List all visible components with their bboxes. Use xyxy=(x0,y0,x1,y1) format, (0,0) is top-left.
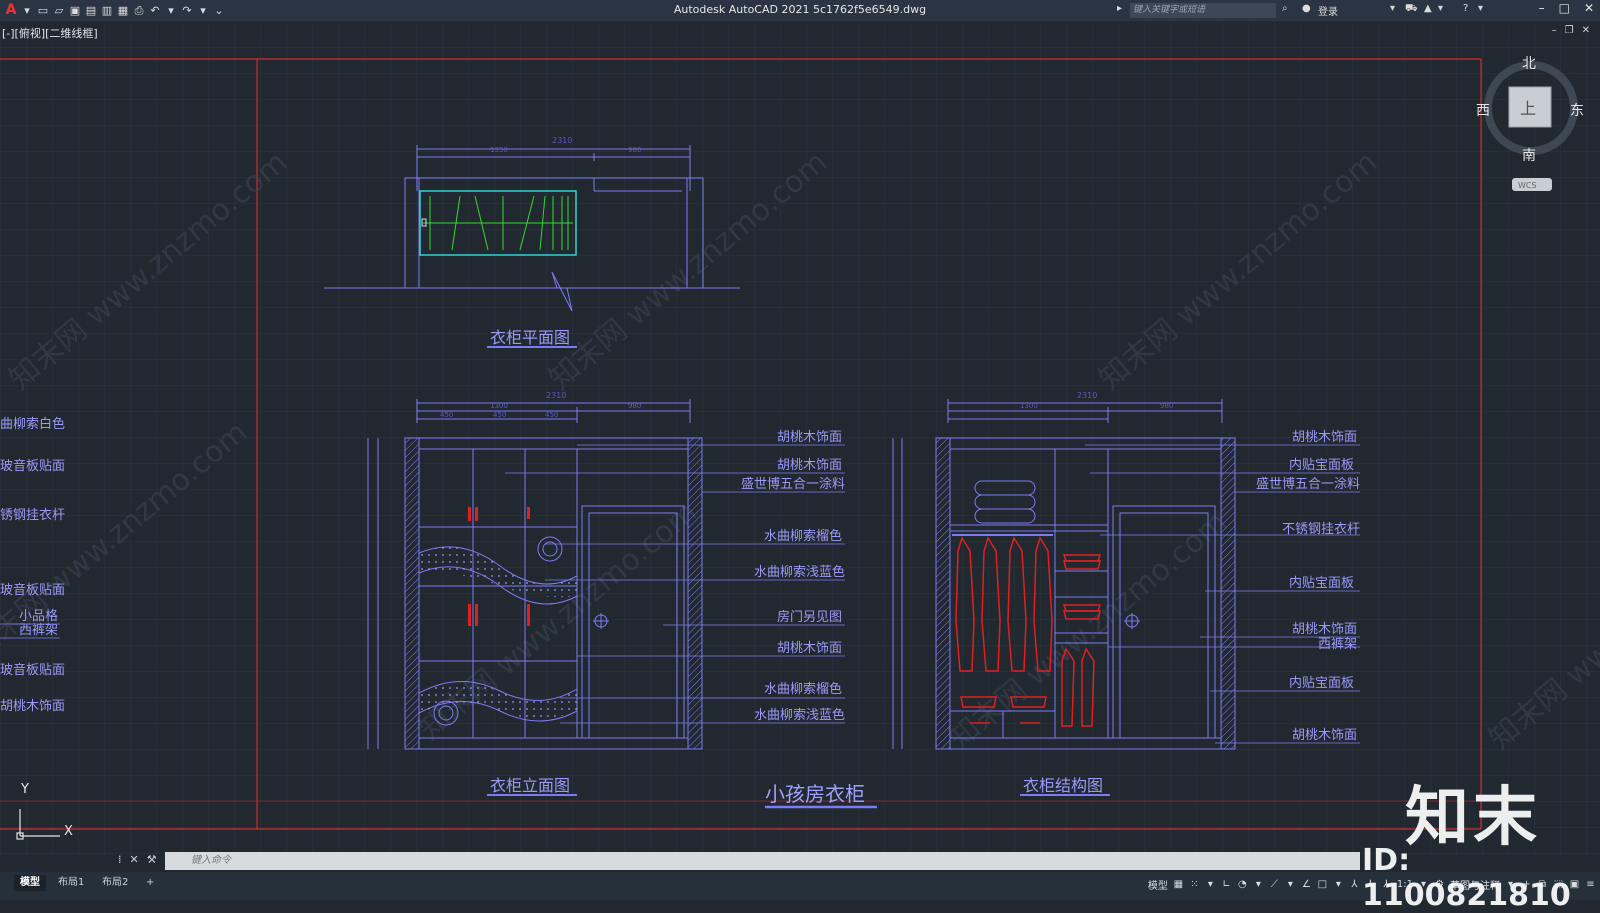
viewcube-south: 南 xyxy=(1522,148,1536,164)
object-snap-tracking-icon[interactable]: ∠ xyxy=(1301,879,1312,890)
isodraft-icon[interactable]: ⟋ xyxy=(1269,879,1280,890)
snap-icon[interactable]: ⁙ xyxy=(1189,879,1200,890)
elev-dim-left: 1300 xyxy=(490,402,508,410)
drawing-canvas[interactable]: 知末网 www.znzmo.com 知末网 www.znzmo.com 知末网 … xyxy=(0,21,1600,855)
left-label: 胡桃木饰面 xyxy=(0,699,65,714)
struct-label: 不锈钢挂衣杆 xyxy=(1282,521,1360,537)
wcs-label: WCS xyxy=(1518,181,1537,190)
minimize-icon[interactable]: – xyxy=(1539,1,1545,15)
structure-caption: 衣柜结构图 xyxy=(1023,776,1103,795)
left-label: 西裤架 xyxy=(19,623,58,638)
viewcube-north: 北 xyxy=(1522,56,1536,72)
help-dropdown-icon[interactable]: ▾ xyxy=(1478,3,1483,14)
elev-label: 水曲柳索浅蓝色 xyxy=(754,707,845,723)
plan-dim-total: 2310 xyxy=(552,136,572,145)
tab-model[interactable]: 模型 xyxy=(14,875,46,891)
login-dropdown-icon[interactable]: ▾ xyxy=(1390,3,1395,14)
model-space-button[interactable]: 模型 xyxy=(1148,877,1168,892)
left-label: 玻音板贴面 xyxy=(0,458,65,474)
command-input[interactable]: 键入命令 xyxy=(165,852,1360,870)
left-label: 小品格 xyxy=(19,608,58,624)
command-grip-icon[interactable]: ⁞ xyxy=(118,853,122,866)
elev-dim-total: 2310 xyxy=(546,391,566,400)
elev-label: 胡桃木饰面 xyxy=(777,641,842,656)
tab-layout2[interactable]: 布局2 xyxy=(96,875,134,891)
elev-dim-sub2: 450 xyxy=(493,411,506,419)
plan-dim-left: 1350 xyxy=(490,146,508,154)
viewport-close-icon[interactable]: ✕ xyxy=(1582,25,1590,36)
struct-label: 胡桃木饰面 xyxy=(1292,622,1357,637)
elev-label: 胡桃木饰面 xyxy=(777,458,842,473)
struct-dim-left: 1300 xyxy=(1020,402,1038,410)
elev-label: 水曲柳索榴色 xyxy=(764,528,842,544)
search-input[interactable]: 键入关键字或短语 xyxy=(1130,3,1276,18)
window-controls: – □ ✕ xyxy=(1539,1,1594,15)
annotation-visibility-icon[interactable]: ⅄ xyxy=(1349,879,1360,890)
left-label: 曲柳索白色 xyxy=(0,416,65,432)
left-label: 玻音板贴面 xyxy=(0,662,65,678)
elev-label: 水曲柳索榴色 xyxy=(764,681,842,697)
elevation-caption: 衣柜立面图 xyxy=(490,776,570,795)
elev-dim-right: 980 xyxy=(628,402,641,410)
struct-label: 盛世博五合一涂料 xyxy=(1256,476,1360,492)
title-bar: A ▾ ▭ ▱ ▣ ▤ ▥ ▦ ⎙ ↶ ▾ ↷ ▾ ⌄ Autodesk Aut… xyxy=(0,0,1600,21)
elev-dim-sub3: 450 xyxy=(545,411,558,419)
elev-label: 盛世博五合一涂料 xyxy=(741,476,845,492)
search-icon[interactable]: ⌕ xyxy=(1282,3,1288,14)
elev-dim-sub1: 450 xyxy=(440,411,453,419)
grid-icon[interactable]: ▦ xyxy=(1173,879,1184,890)
help-icon[interactable]: ? xyxy=(1463,3,1468,14)
autodesk-a360-icon[interactable]: ▲ xyxy=(1424,3,1432,14)
a360-dropdown-icon[interactable]: ▾ xyxy=(1438,3,1443,14)
struct-dim-right: 980 xyxy=(1160,402,1173,410)
close-icon[interactable]: ✕ xyxy=(1584,1,1594,15)
login-link[interactable]: 登录 xyxy=(1318,3,1338,18)
id-watermark: ID: 1100821810 xyxy=(1362,843,1571,913)
window-title: Autodesk AutoCAD 2021 5c1762f5e6549.dwg xyxy=(673,3,927,16)
viewcube-top-label: 上 xyxy=(1520,99,1536,118)
maximize-icon[interactable]: □ xyxy=(1559,1,1570,15)
cart-icon[interactable]: ⛟ xyxy=(1405,3,1418,16)
polar-icon[interactable]: ◔ xyxy=(1237,879,1248,890)
viewcube-west: 西 xyxy=(1476,103,1490,119)
command-close-icon[interactable]: ✕ xyxy=(130,853,139,866)
elev-label: 胡桃木饰面 xyxy=(777,430,842,445)
struct-label: 西裤架 xyxy=(1318,637,1357,652)
command-customize-icon[interactable]: ⚒ xyxy=(147,853,157,866)
struct-label: 内贴宝面板 xyxy=(1289,675,1354,691)
viewport-minimize-icon[interactable]: – xyxy=(1552,25,1557,36)
plan-caption: 衣柜平面图 xyxy=(490,328,570,347)
ortho-icon[interactable]: ∟ xyxy=(1221,879,1232,890)
ucs-x-label: X xyxy=(64,824,73,839)
polar-dropdown-icon[interactable]: ▾ xyxy=(1253,879,1264,890)
ucs-y-label: Y xyxy=(20,782,29,797)
object-snap-dropdown-icon[interactable]: ▾ xyxy=(1333,879,1344,890)
plan-dim-right: 980 xyxy=(628,146,641,154)
tab-layout1[interactable]: 布局1 xyxy=(52,875,90,891)
user-icon[interactable]: ● xyxy=(1302,3,1311,14)
elev-label: 水曲柳索浅蓝色 xyxy=(754,564,845,580)
struct-label: 胡桃木饰面 xyxy=(1292,430,1357,445)
struct-label: 内贴宝面板 xyxy=(1289,575,1354,591)
snap-dropdown-icon[interactable]: ▾ xyxy=(1205,879,1216,890)
elev-label: 房门另见图 xyxy=(777,609,842,625)
search-expand-icon[interactable]: ▸ xyxy=(1117,3,1122,14)
viewcube-east: 东 xyxy=(1570,103,1584,119)
viewport-window-controls: – ❐ ✕ xyxy=(1552,25,1590,36)
struct-dim-total: 2310 xyxy=(1077,391,1097,400)
object-snap-icon[interactable]: □ xyxy=(1317,879,1328,890)
viewport-restore-icon[interactable]: ❐ xyxy=(1565,25,1574,36)
struct-label: 内贴宝面板 xyxy=(1289,457,1354,473)
left-label: 玻音板贴面 xyxy=(0,582,65,598)
left-label: 锈钢挂衣杆 xyxy=(0,507,65,523)
struct-label: 胡桃木饰面 xyxy=(1292,728,1357,743)
add-layout-icon[interactable]: + xyxy=(140,875,160,891)
drawing-title: 小孩房衣柜 xyxy=(765,782,865,806)
viewport-controls-label[interactable]: [-][俯视][二维线框] xyxy=(2,25,98,41)
isodraft-dropdown-icon[interactable]: ▾ xyxy=(1285,879,1296,890)
